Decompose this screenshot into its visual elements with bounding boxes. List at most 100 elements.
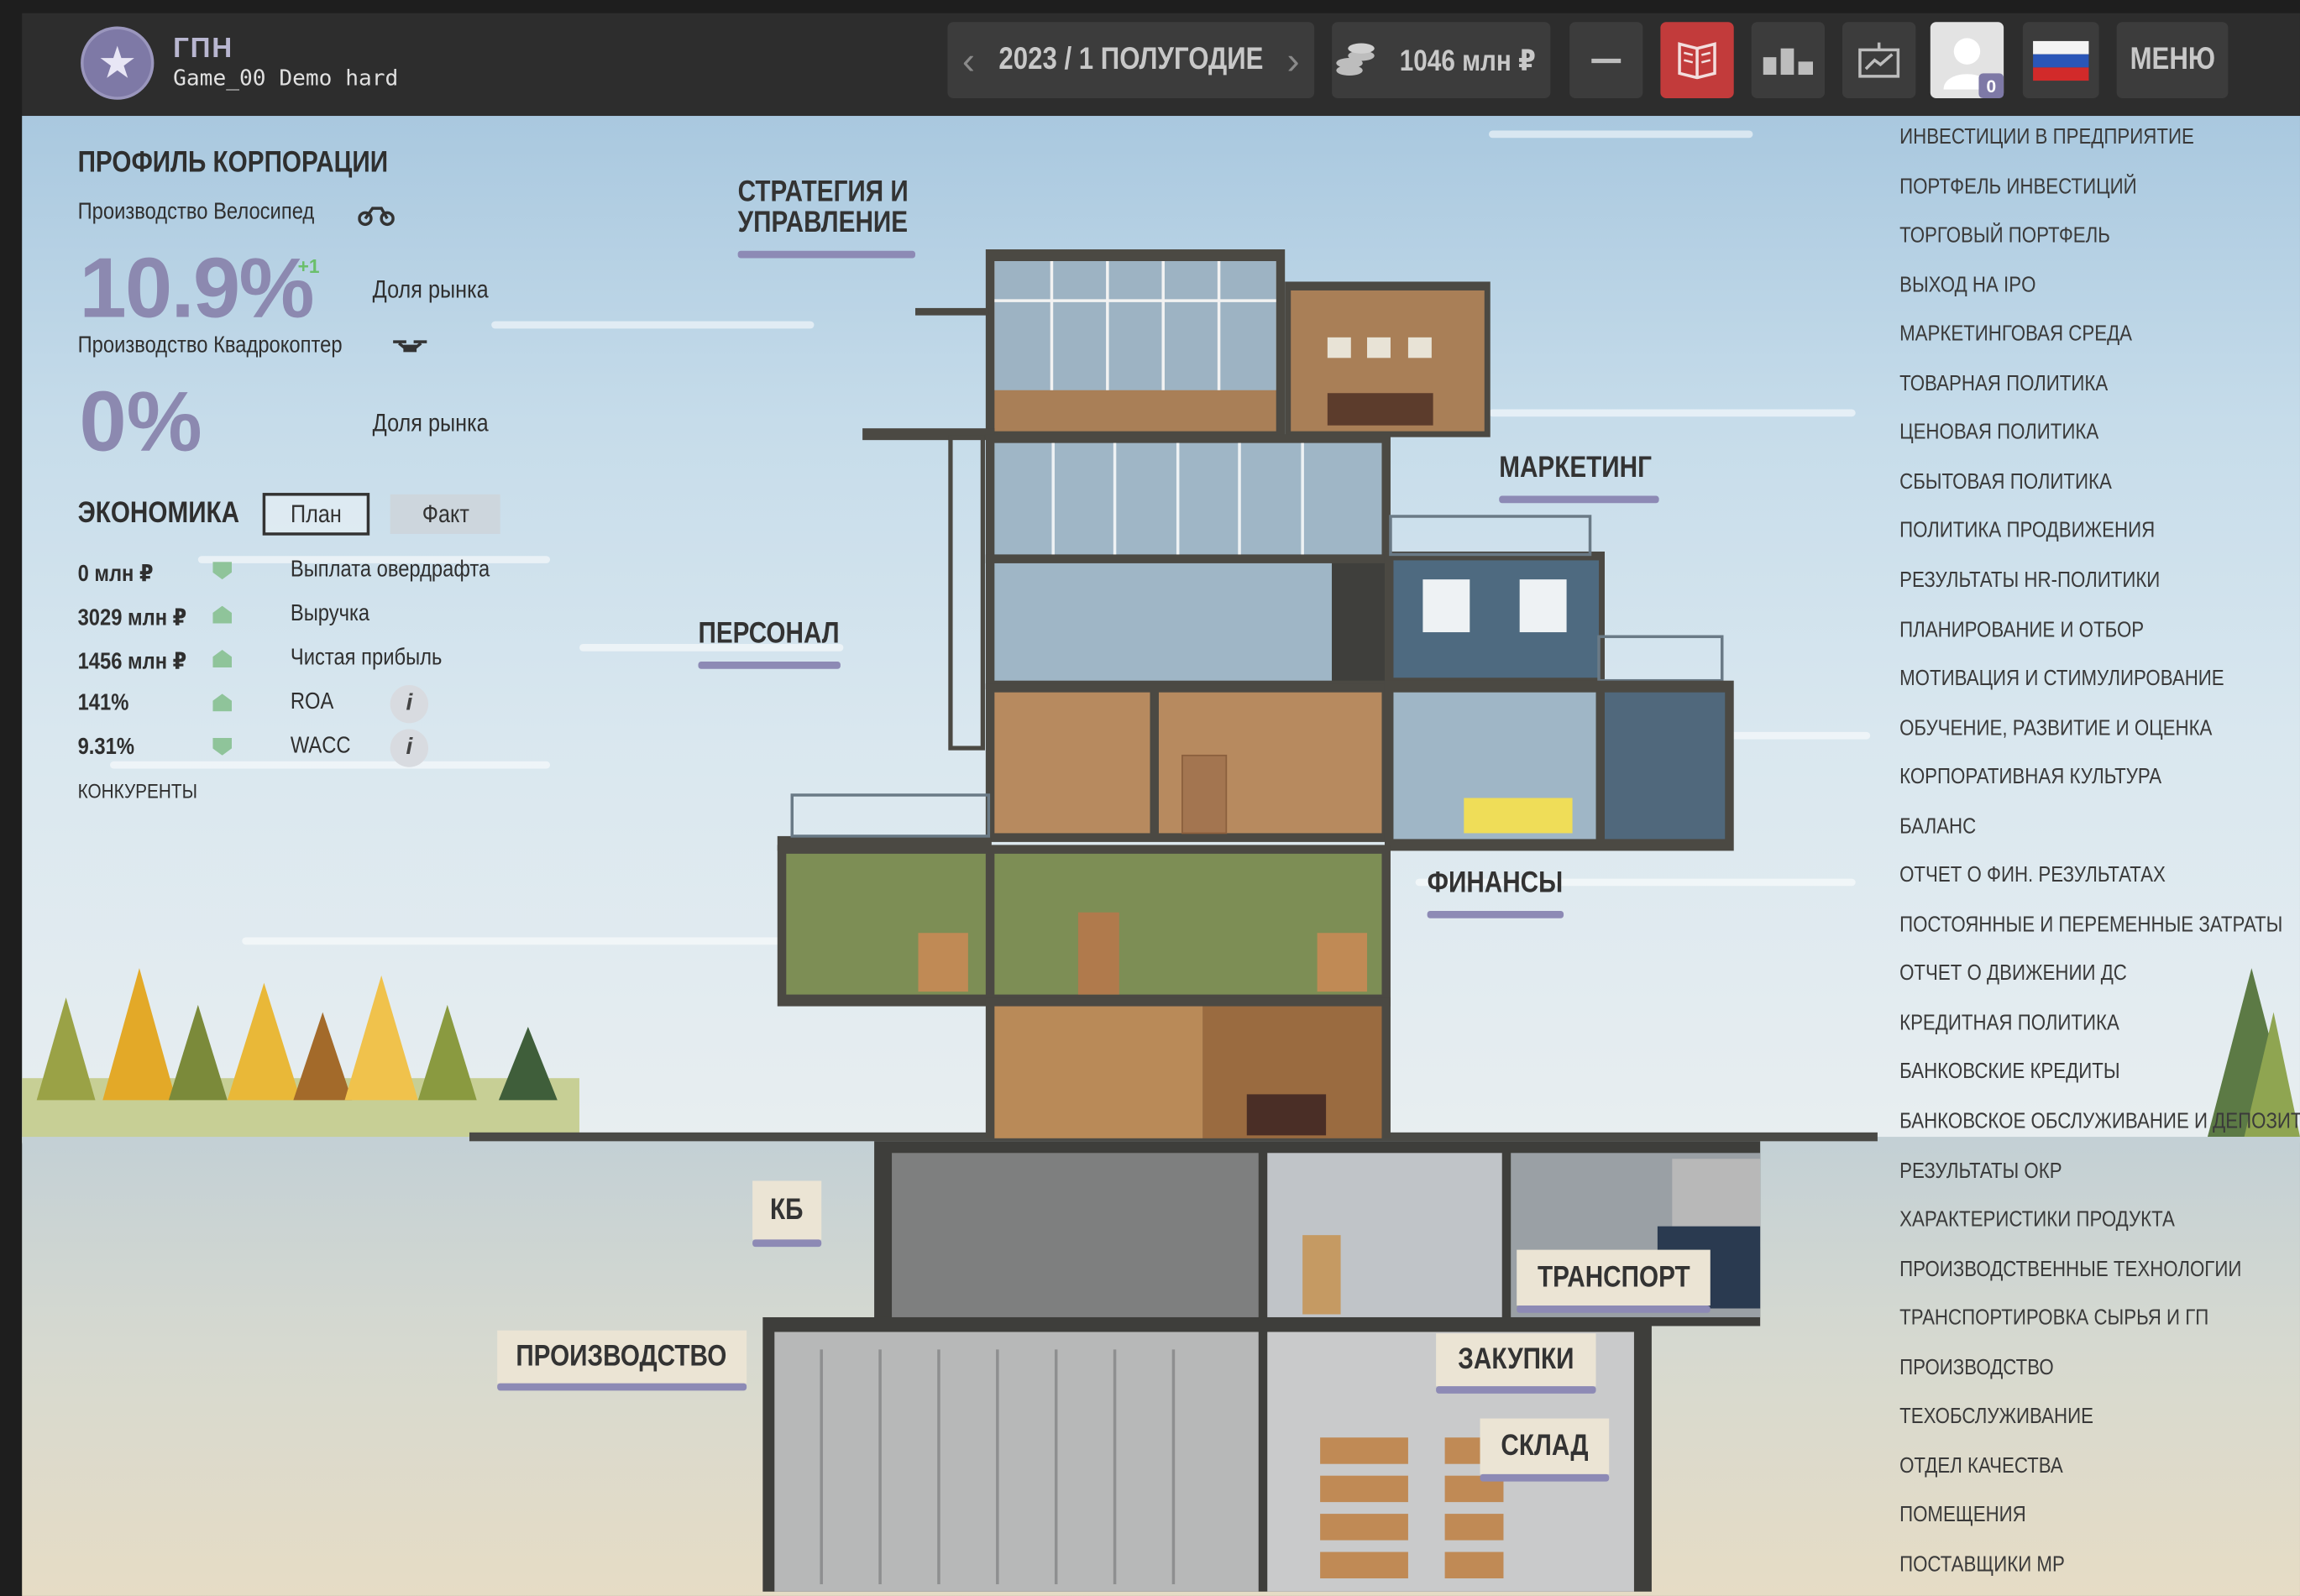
- side-menu-item[interactable]: РЕЗУЛЬТАТЫ HR-ПОЛИТИКИ: [1899, 568, 2206, 593]
- tab-fact[interactable]: Факт: [390, 494, 500, 534]
- tab-plan[interactable]: План: [262, 493, 370, 536]
- side-menu-item[interactable]: ПОСТАВЩИКИ МР: [1899, 1552, 2093, 1577]
- period-label: 2023 / 1 ПОЛУГОДИЕ: [998, 42, 1264, 76]
- side-menu-item[interactable]: ПОРТФЕЛЬ ИНВЕСТИЦИЙ: [1899, 174, 2178, 199]
- dept-transport-tag[interactable]: ТРАНСПОРТ: [1517, 1249, 1711, 1306]
- side-menu-item[interactable]: ТЕХОБСЛУЖИВАНИЕ: [1899, 1405, 2128, 1430]
- drone-share-label-text: Доля рынка: [372, 409, 489, 437]
- dept-finance-underline: [1427, 911, 1564, 918]
- book-button[interactable]: [1660, 22, 1734, 99]
- eco-label-overdraft: Выплата овердрафта: [291, 557, 525, 583]
- cash-display[interactable]: 1046 млн ₽: [1332, 22, 1551, 99]
- side-menu-item-label: ТОВАРНАЯ ПОЛИТИКА: [1899, 370, 2109, 396]
- dept-personnel-text: ПЕРСОНАЛ: [698, 617, 840, 651]
- corporation-short-name: ГПН: [173, 34, 234, 65]
- dept-marketing-underline: [1499, 495, 1659, 504]
- side-menu-item[interactable]: ПЛАНИРОВАНИЕ И ОТБОР: [1899, 617, 2187, 642]
- avatar-button[interactable]: 0: [1930, 22, 2004, 99]
- roa-link[interactable]: ROA: [291, 689, 342, 715]
- drone-market-share: 0%: [79, 374, 202, 470]
- side-menu-item[interactable]: ИНВЕСТИЦИИ В ПРЕДПРИЯТИЕ: [1899, 125, 2246, 150]
- coins-icon: [1336, 43, 1375, 76]
- dept-finance-text: ФИНАНСЫ: [1427, 866, 1564, 900]
- wacc-info-icon[interactable]: i: [390, 729, 429, 767]
- side-menu-item[interactable]: МОТИВАЦИЯ И СТИМУЛИРОВАНИЕ: [1899, 666, 2282, 691]
- dept-warehouse-underline: [1480, 1473, 1610, 1482]
- dept-marketing-label[interactable]: МАРКЕТИНГ: [1499, 452, 1679, 485]
- presentation-button[interactable]: [1842, 22, 1916, 99]
- dept-production-underline: [497, 1383, 747, 1391]
- side-menu-item[interactable]: БАНКОВСКИЕ КРЕДИТЫ: [1899, 1060, 2159, 1085]
- side-menu-item-label: БАНКОВСКОЕ ОБСЛУЖИВАНИЕ И ДЕПОЗИТЫ: [1899, 1108, 2300, 1134]
- side-menu-item[interactable]: ТОВАРНАЯ ПОЛИТИКА: [1899, 371, 2145, 396]
- dept-strategy-text: СТРАТЕГИЯ И УПРАВЛЕНИЕ: [737, 175, 909, 239]
- minimize-button[interactable]: [1569, 22, 1643, 99]
- product-drone-name: Производство Квадрокоптер: [78, 333, 390, 359]
- language-button[interactable]: [2022, 22, 2099, 99]
- dept-finance-label[interactable]: ФИНАНСЫ: [1428, 867, 1587, 901]
- dept-strategy-label[interactable]: СТРАТЕГИЯ И УПРАВЛЕНИЕ: [738, 177, 939, 238]
- side-menu-item-label: ПОМЕЩЕНИЯ: [1899, 1502, 2026, 1528]
- bicycle-icon: [358, 207, 395, 227]
- side-menu-item[interactable]: ВЫХОД НА IPO: [1899, 272, 2060, 297]
- main-menu-button[interactable]: МЕНЮ: [2116, 22, 2229, 99]
- side-menu-item[interactable]: РЕЗУЛЬТАТЫ ОКР: [1899, 1158, 2091, 1183]
- side-menu-item[interactable]: ПОМЕЩЕНИЯ: [1899, 1503, 2048, 1528]
- side-menu-item[interactable]: МАРКЕТИНГОВАЯ СРЕДА: [1899, 322, 2173, 347]
- side-menu-item[interactable]: ПОСТОЯННЫЕ И ПЕРЕМЕННЫЕ ЗАТРАТЫ: [1899, 912, 2300, 937]
- trees-illustration: [22, 968, 579, 1144]
- side-menu-item[interactable]: КРЕДИТНАЯ ПОЛИТИКА: [1899, 1011, 2158, 1036]
- dept-personnel-label[interactable]: ПЕРСОНАЛ: [698, 618, 864, 651]
- side-menu-item-label: ТОРГОВЫЙ ПОРТФЕЛЬ: [1899, 222, 2110, 249]
- dept-purchasing-tag[interactable]: ЗАКУПКИ: [1436, 1333, 1596, 1387]
- top-bar: ★ ГПН Game_00 Demo hard ‹ 2023 / 1 ПОЛУГ…: [22, 13, 2300, 117]
- side-menu-item-label: ПОРТФЕЛЬ ИНВЕСТИЦИЙ: [1899, 174, 2137, 199]
- eco-label-revenue-text: Выручка: [290, 601, 370, 627]
- side-menu-item-label: ПОЛИТИКА ПРОДВИЖЕНИЯ: [1899, 518, 2156, 544]
- prev-period-chevron-icon[interactable]: ‹: [962, 38, 975, 83]
- game-screen: ★ ГПН Game_00 Demo hard ‹ 2023 / 1 ПОЛУГ…: [0, 0, 2300, 1596]
- roa-info-icon[interactable]: i: [390, 684, 429, 724]
- side-menu-item[interactable]: ОТДЕЛ КАЧЕСТВА: [1899, 1453, 2092, 1478]
- side-menu-item[interactable]: КОРПОРАТИВНАЯ КУЛЬТУРА: [1899, 765, 2208, 790]
- rating-button[interactable]: [1751, 22, 1826, 99]
- dept-warehouse-tag[interactable]: СКЛАД: [1480, 1418, 1610, 1474]
- side-menu-item-label: ИНВЕСТИЦИИ В ПРЕДПРИЯТИЕ: [1899, 124, 2194, 150]
- wacc-link-text: WACC: [290, 733, 351, 759]
- dept-warehouse-text: СКЛАД: [1501, 1429, 1589, 1463]
- side-menu-item[interactable]: БАНКОВСКОЕ ОБСЛУЖИВАНИЕ И ДЕПОЗИТЫ: [1899, 1109, 2300, 1134]
- corporation-star-icon[interactable]: ★: [81, 26, 155, 100]
- eco-value-roa-text: 141%: [77, 690, 129, 716]
- dept-kb-text: КБ: [770, 1193, 804, 1226]
- side-menu-item-label: КОРПОРАТИВНАЯ КУЛЬТУРА: [1899, 764, 2162, 790]
- period-selector: ‹ 2023 / 1 ПОЛУГОДИЕ ›: [947, 22, 1315, 99]
- side-menu-item[interactable]: ЦЕНОВАЯ ПОЛИТИКА: [1899, 420, 2134, 445]
- side-menu-item[interactable]: ХАРАКТЕРИСТИКИ ПРОДУКТА: [1899, 1207, 2224, 1232]
- eco-label-net-profit-text: Чистая прибыль: [290, 645, 443, 671]
- minus-icon: [1591, 58, 1622, 63]
- dept-production-tag[interactable]: ПРОИЗВОДСТВО: [497, 1330, 747, 1384]
- dept-purchasing-text: ЗАКУПКИ: [1458, 1342, 1574, 1375]
- side-menu-item-label: ПРОИЗВОДСТВО: [1899, 1354, 2054, 1380]
- dept-production-text: ПРОИЗВОДСТВО: [516, 1340, 728, 1373]
- side-menu-item[interactable]: ОТЧЕТ О ДВИЖЕНИИ ДС: [1899, 961, 2167, 986]
- side-menu-item[interactable]: ОТЧЕТ О ФИН. РЕЗУЛЬТАТАХ: [1899, 863, 2213, 888]
- side-menu-item[interactable]: СБЫТОВАЯ ПОЛИТИКА: [1899, 469, 2149, 494]
- side-menu-item[interactable]: ТРАНСПОРТИРОВКА СЫРЬЯ И ГП: [1899, 1306, 2263, 1331]
- profile-title: ПРОФИЛЬ КОРПОРАЦИИ: [78, 147, 443, 181]
- next-period-chevron-icon[interactable]: ›: [1287, 38, 1300, 83]
- side-menu-item[interactable]: БАЛАНС: [1899, 814, 1989, 839]
- side-menu-item-label: РЕЗУЛЬТАТЫ HR-ПОЛИТИКИ: [1899, 568, 2161, 593]
- side-menu-item[interactable]: ПРОИЗВОДСТВЕННЫЕ ТЕХНОЛОГИИ: [1899, 1257, 2300, 1282]
- side-menu-item-label: ПОСТОЯННЫЕ И ПЕРЕМЕННЫЕ ЗАТРАТЫ: [1899, 912, 2283, 938]
- side-menu-item[interactable]: ПРОИЗВОДСТВО: [1899, 1355, 2081, 1380]
- side-menu-item-label: ОТДЕЛ КАЧЕСТВА: [1899, 1453, 2063, 1478]
- side-menu-item[interactable]: ПОЛИТИКА ПРОДВИЖЕНИЯ: [1899, 518, 2200, 543]
- side-menu-item-label: БАНКОВСКИЕ КРЕДИТЫ: [1899, 1060, 2120, 1085]
- competitors-link[interactable]: КОНКУРЕНТЫ: [78, 779, 219, 803]
- side-menu-item[interactable]: ТОРГОВЫЙ ПОРТФЕЛЬ: [1899, 223, 2147, 249]
- side-menu-item[interactable]: ОБУЧЕНИЕ, РАЗВИТИЕ И ОЦЕНКА: [1899, 715, 2267, 740]
- bicycle-share-label: Доля рынка: [373, 275, 509, 305]
- dept-kb-tag[interactable]: КБ: [752, 1180, 822, 1240]
- wacc-link[interactable]: WACC: [291, 734, 361, 760]
